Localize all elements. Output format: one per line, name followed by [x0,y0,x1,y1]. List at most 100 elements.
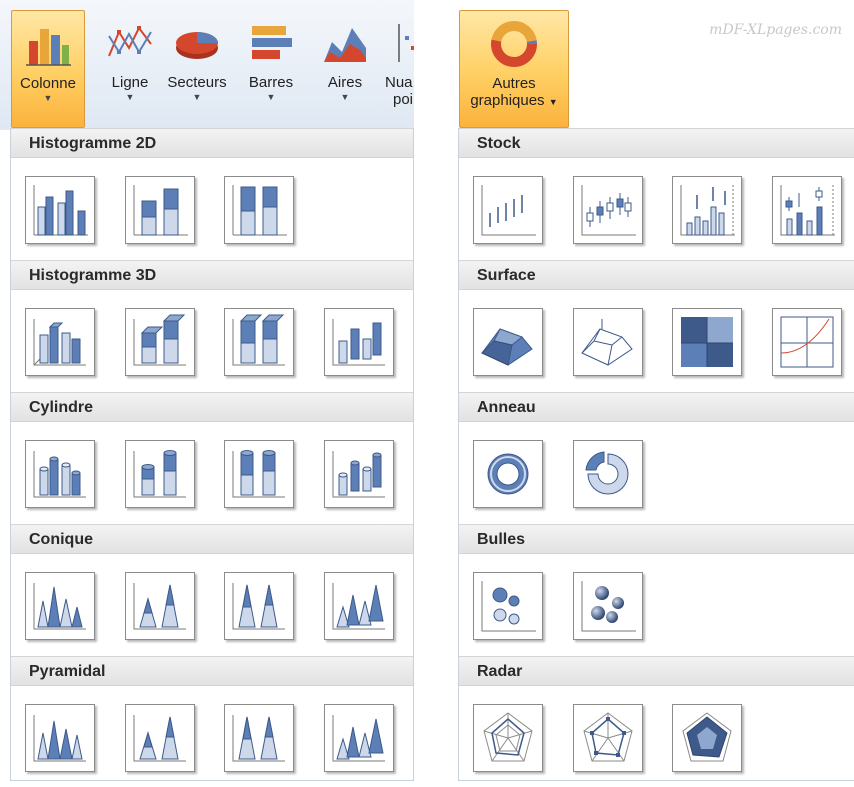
clustered-column-3d-button[interactable] [25,308,95,376]
stacked-column-2d-button[interactable] [125,176,195,244]
stacked-pyramid-icon [133,715,186,762]
bubble-3d-button[interactable] [573,572,643,640]
filled-radar-button[interactable] [672,704,742,772]
icon-row [459,554,854,656]
bar-chart-icon [252,26,292,59]
section-header: Histogramme 2D [11,128,413,158]
section-header: Histogramme 3D [11,260,413,290]
section-header: Anneau [459,392,854,422]
colonne-button[interactable]: Colonne ▼ [11,10,85,128]
icon-row [11,158,413,260]
secteurs-button[interactable]: Secteurs ▼ [162,10,232,128]
section-header: Stock [459,128,854,158]
stacked-column-3d-button[interactable] [125,308,195,376]
clustered-cone-icon [33,583,86,630]
cylinder-3d-button[interactable] [324,440,394,508]
other-charts-panel: Autres graphiques ▼ mDF-XLpages.com Stoc… [456,0,854,787]
area-chart-icon [324,28,366,62]
chart-gallery: Histogramme 2D Histogramme 3D Cylindre C… [10,128,414,781]
chevron-down-icon: ▼ [340,92,350,102]
stacked-cylinder-icon [133,450,186,498]
scatter-chart-icon [398,24,414,62]
icon-row [11,290,413,392]
stock-open-high-low-close-icon [581,185,636,236]
section-header: Pyramidal [11,656,413,686]
section-header: Bulles [459,524,854,554]
radar-markers-button[interactable] [573,704,643,772]
stacked-100-pyramid-button[interactable] [224,704,294,772]
stacked-100-column-2d-button[interactable] [224,176,294,244]
stock-volume-high-low-close-button[interactable] [672,176,742,244]
stock-open-high-low-close-button[interactable] [573,176,643,244]
stacked-100-column-3d-button[interactable] [224,308,294,376]
exploded-doughnut-button[interactable] [573,440,643,508]
stacked-cylinder-button[interactable] [125,440,195,508]
icon-row [459,158,854,260]
contour-icon [681,317,733,367]
surface-3d-wireframe-button[interactable] [573,308,643,376]
clustered-pyramid-button[interactable] [25,704,95,772]
pie-chart-icon [176,32,218,59]
stacked-pyramid-button[interactable] [125,704,195,772]
chevron-down-icon: ▼ [266,92,276,102]
stock-high-low-close-icon [481,185,536,236]
clustered-cylinder-button[interactable] [25,440,95,508]
clustered-column-2d-button[interactable] [25,176,95,244]
icon-row [459,290,854,392]
cone-3d-icon [332,583,385,630]
pyramid-3d-icon [332,715,385,762]
surface-3d-button[interactable] [473,308,543,376]
bubble-3d-icon [581,581,636,632]
stacked-100-cylinder-icon [232,450,285,498]
stacked-column-icon [133,185,188,236]
section-header: Surface [459,260,854,290]
line-chart-icon [108,26,152,57]
stock-volume-open-high-low-close-button[interactable] [772,176,842,244]
doughnut-icon [487,453,529,495]
chevron-down-icon: ▼ [192,92,202,102]
nuage-de-points-button[interactable]: Nua poi [383,10,414,128]
section-header: Radar [459,656,854,686]
contour-wireframe-icon [780,316,834,368]
surface-3d-icon [481,328,533,366]
cylinder-3d-icon [332,451,385,498]
autres-graphiques-button[interactable]: Autres graphiques ▼ [459,10,569,128]
clustered-pyramid-icon [33,715,86,762]
stacked-100-column-3d-icon [232,314,285,366]
stock-high-low-close-button[interactable] [473,176,543,244]
chevron-down-icon: ▼ [43,93,53,103]
section-header: Cylindre [11,392,413,422]
stacked-100-cylinder-button[interactable] [224,440,294,508]
exploded-doughnut-icon [585,451,629,495]
doughnut-chart-icon [491,21,537,67]
radar-button[interactable] [473,704,543,772]
bubble-icon [481,581,536,632]
contour-wireframe-button[interactable] [772,308,842,376]
filled-radar-icon [682,712,732,762]
column-chart-icon [26,29,71,66]
clustered-column-icon [33,185,88,236]
clustered-cone-button[interactable] [25,572,95,640]
aires-button[interactable]: Aires ▼ [310,10,380,128]
column-3d-button[interactable] [324,308,394,376]
radar-icon [483,712,533,762]
icon-row [459,686,854,787]
barres-button[interactable]: Barres ▼ [236,10,306,128]
clustered-cylinder-icon [33,451,86,498]
column-chart-panel: Colonne ▼ Ligne ▼ Secteurs ▼ Barres ▼ Ai… [0,0,414,787]
cone-3d-button[interactable] [324,572,394,640]
ribbon: Colonne ▼ Ligne ▼ Secteurs ▼ Barres ▼ Ai… [0,0,414,130]
doughnut-button[interactable] [473,440,543,508]
stacked-cone-button[interactable] [125,572,195,640]
bubble-button[interactable] [473,572,543,640]
contour-button[interactable] [672,308,742,376]
icon-row [459,422,854,524]
pyramid-3d-button[interactable] [324,704,394,772]
other-chart-gallery: Stock Surface Anneau Bulles Radar [458,128,854,781]
stacked-100-pyramid-icon [232,715,285,762]
ribbon: Autres graphiques ▼ mDF-XLpages.com [456,0,854,130]
ligne-button[interactable]: Ligne ▼ [95,10,165,128]
stacked-100-cone-button[interactable] [224,572,294,640]
stock-volume-high-low-close-icon [680,185,735,236]
surface-3d-wireframe-icon [581,319,633,366]
